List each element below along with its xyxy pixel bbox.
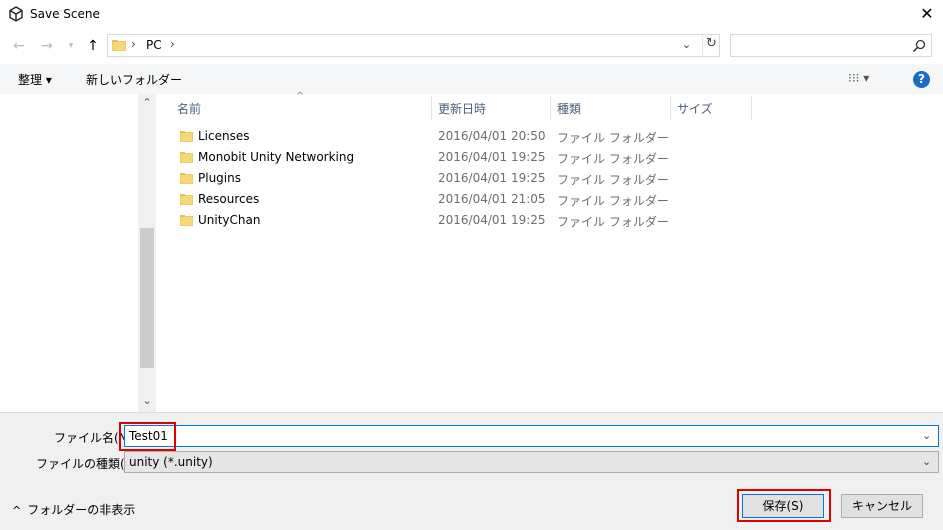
address-bar[interactable]: › PC › ⌄ ↻ xyxy=(107,34,720,57)
file-type: ファイル フォルダー xyxy=(557,131,669,145)
folder-icon xyxy=(180,152,193,163)
file-name: Resources xyxy=(198,192,260,206)
chevron-down-icon[interactable]: ⌄ xyxy=(922,455,931,468)
sort-ascending-icon: ^ xyxy=(296,91,305,102)
search-icon[interactable] xyxy=(911,38,927,54)
filetype-value[interactable]: unity (*.unity) xyxy=(129,455,213,469)
column-divider[interactable] xyxy=(550,96,551,120)
file-name: Plugins xyxy=(198,171,241,185)
folder-icon xyxy=(180,215,193,226)
navigation-scrollbar[interactable]: ⌃ ⌄ xyxy=(138,94,156,412)
scroll-up-icon[interactable]: ⌃ xyxy=(138,96,156,112)
folder-icon xyxy=(180,131,193,142)
file-modified: 2016/04/01 21:05 xyxy=(438,192,546,206)
save-options-panel: ファイル名(N): Test01 ⌄ ファイルの種類(T): unity (*.… xyxy=(0,412,943,530)
new-folder-button[interactable]: 新しいフォルダー xyxy=(86,71,182,88)
chevron-down-icon[interactable]: ⌄ xyxy=(682,38,691,51)
folder-icon xyxy=(180,194,193,205)
list-item[interactable]: UnityChan 2016/04/01 19:25 ファイル フォルダー xyxy=(160,210,943,231)
file-type: ファイル フォルダー xyxy=(557,215,669,229)
list-item[interactable]: Monobit Unity Networking 2016/04/01 19:2… xyxy=(160,147,943,168)
file-type: ファイル フォルダー xyxy=(557,152,669,166)
organize-menu[interactable]: 整理 ▾ xyxy=(18,71,52,88)
arrow-right-icon[interactable]: → xyxy=(38,38,56,54)
file-type: ファイル フォルダー xyxy=(557,173,669,187)
column-header-type[interactable]: 種類 xyxy=(557,100,581,120)
hide-folders-label[interactable]: フォルダーの非表示 xyxy=(27,503,135,517)
file-name: UnityChan xyxy=(198,213,261,227)
unity-logo-icon xyxy=(9,6,23,22)
file-name: Monobit Unity Networking xyxy=(198,150,355,164)
file-list[interactable]: ^ 名前 更新日時 種類 サイズ Licenses 2016/04/01 20:… xyxy=(160,91,943,412)
filename-highlight-box xyxy=(119,422,176,451)
chevron-up-icon[interactable]: ^ xyxy=(12,504,21,517)
folder-icon xyxy=(180,173,193,184)
column-divider[interactable] xyxy=(431,96,432,120)
file-type: ファイル フォルダー xyxy=(557,194,669,208)
save-highlight-box xyxy=(737,489,831,522)
command-bar: 整理 ▾ 新しいフォルダー ⁝⁝⁝ ▾ xyxy=(0,64,943,94)
navigation-pane[interactable] xyxy=(0,94,138,412)
list-item[interactable]: Plugins 2016/04/01 19:25 ファイル フォルダー xyxy=(160,168,943,189)
help-icon[interactable]: ? xyxy=(913,71,930,88)
view-options-icon[interactable]: ⁝⁝⁝ ▾ xyxy=(848,71,869,85)
scroll-down-icon[interactable]: ⌄ xyxy=(138,394,156,410)
scrollbar-thumb[interactable] xyxy=(140,228,154,368)
hide-folders-toggle[interactable]: ^ フォルダーの非表示 xyxy=(12,501,135,518)
list-item[interactable]: Licenses 2016/04/01 20:50 ファイル フォルダー xyxy=(160,126,943,147)
folder-icon xyxy=(112,40,126,51)
cancel-button[interactable]: キャンセル xyxy=(841,494,923,518)
file-modified: 2016/04/01 20:50 xyxy=(438,129,546,143)
chevron-down-icon[interactable]: ⌄ xyxy=(922,429,931,442)
list-item[interactable]: Resources 2016/04/01 21:05 ファイル フォルダー xyxy=(160,189,943,210)
file-name: Licenses xyxy=(198,129,250,143)
column-header-size[interactable]: サイズ xyxy=(677,100,713,120)
close-icon[interactable]: ✕ xyxy=(912,2,942,26)
arrow-up-icon[interactable]: ↑ xyxy=(84,38,102,54)
file-modified: 2016/04/01 19:25 xyxy=(438,171,546,185)
search-input[interactable] xyxy=(730,34,932,57)
breadcrumb-separator: › xyxy=(131,37,136,51)
column-divider[interactable] xyxy=(751,96,752,120)
file-modified: 2016/04/01 19:25 xyxy=(438,150,546,164)
breadcrumb-pc[interactable]: PC xyxy=(146,38,162,52)
filetype-select[interactable]: unity (*.unity) ⌄ xyxy=(124,451,939,473)
file-modified: 2016/04/01 19:25 xyxy=(438,213,546,227)
column-header-name[interactable]: 名前 xyxy=(177,100,201,120)
window-title: Save Scene xyxy=(30,7,100,21)
filename-field[interactable]: Test01 ⌄ xyxy=(124,425,939,447)
column-header-modified[interactable]: 更新日時 xyxy=(438,100,486,120)
title-bar: Save Scene ✕ xyxy=(0,0,943,28)
column-divider[interactable] xyxy=(670,96,671,120)
arrow-left-icon[interactable]: ← xyxy=(10,38,28,54)
refresh-icon[interactable]: ↻ xyxy=(702,36,720,55)
chevron-down-icon[interactable]: ▾ xyxy=(62,38,80,54)
breadcrumb-separator[interactable]: › xyxy=(170,37,175,51)
